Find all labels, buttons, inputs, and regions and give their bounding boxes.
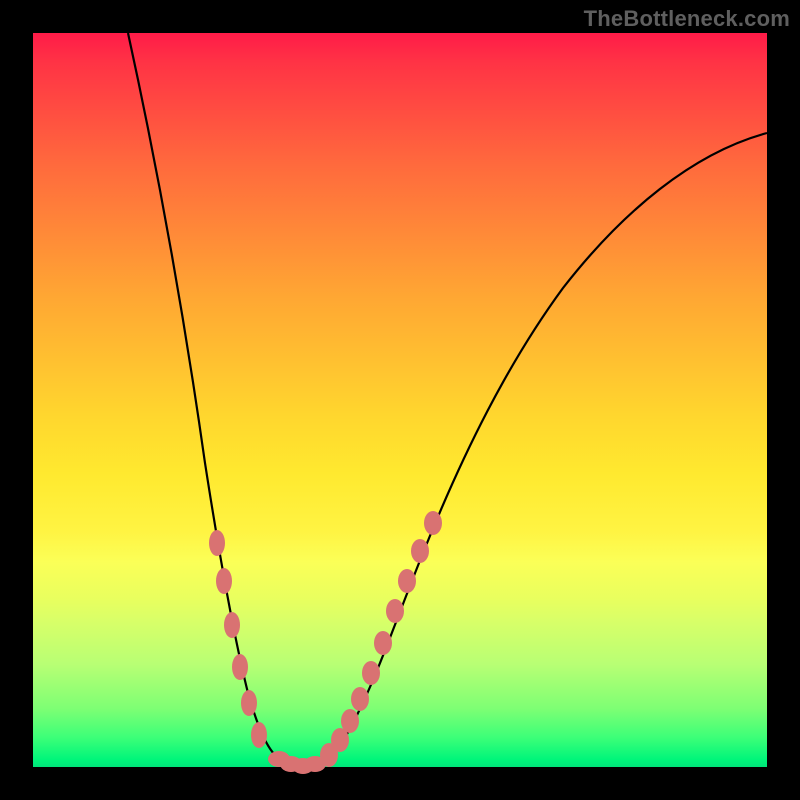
- curve-marker: [251, 722, 267, 748]
- bottleneck-curve: [128, 33, 767, 766]
- curve-marker: [232, 654, 248, 680]
- curve-marker: [351, 687, 369, 711]
- curve-marker: [424, 511, 442, 535]
- curve-marker: [241, 690, 257, 716]
- curve-marker: [209, 530, 225, 556]
- curve-marker: [224, 612, 240, 638]
- watermark-text: TheBottleneck.com: [584, 6, 790, 32]
- curve-marker: [398, 569, 416, 593]
- curve-marker: [362, 661, 380, 685]
- curve-marker: [216, 568, 232, 594]
- curve-marker: [374, 631, 392, 655]
- curve-marker: [411, 539, 429, 563]
- chart-svg: [33, 33, 767, 767]
- curve-marker: [386, 599, 404, 623]
- curve-marker: [341, 709, 359, 733]
- chart-frame: TheBottleneck.com: [0, 0, 800, 800]
- curve-markers: [209, 511, 442, 774]
